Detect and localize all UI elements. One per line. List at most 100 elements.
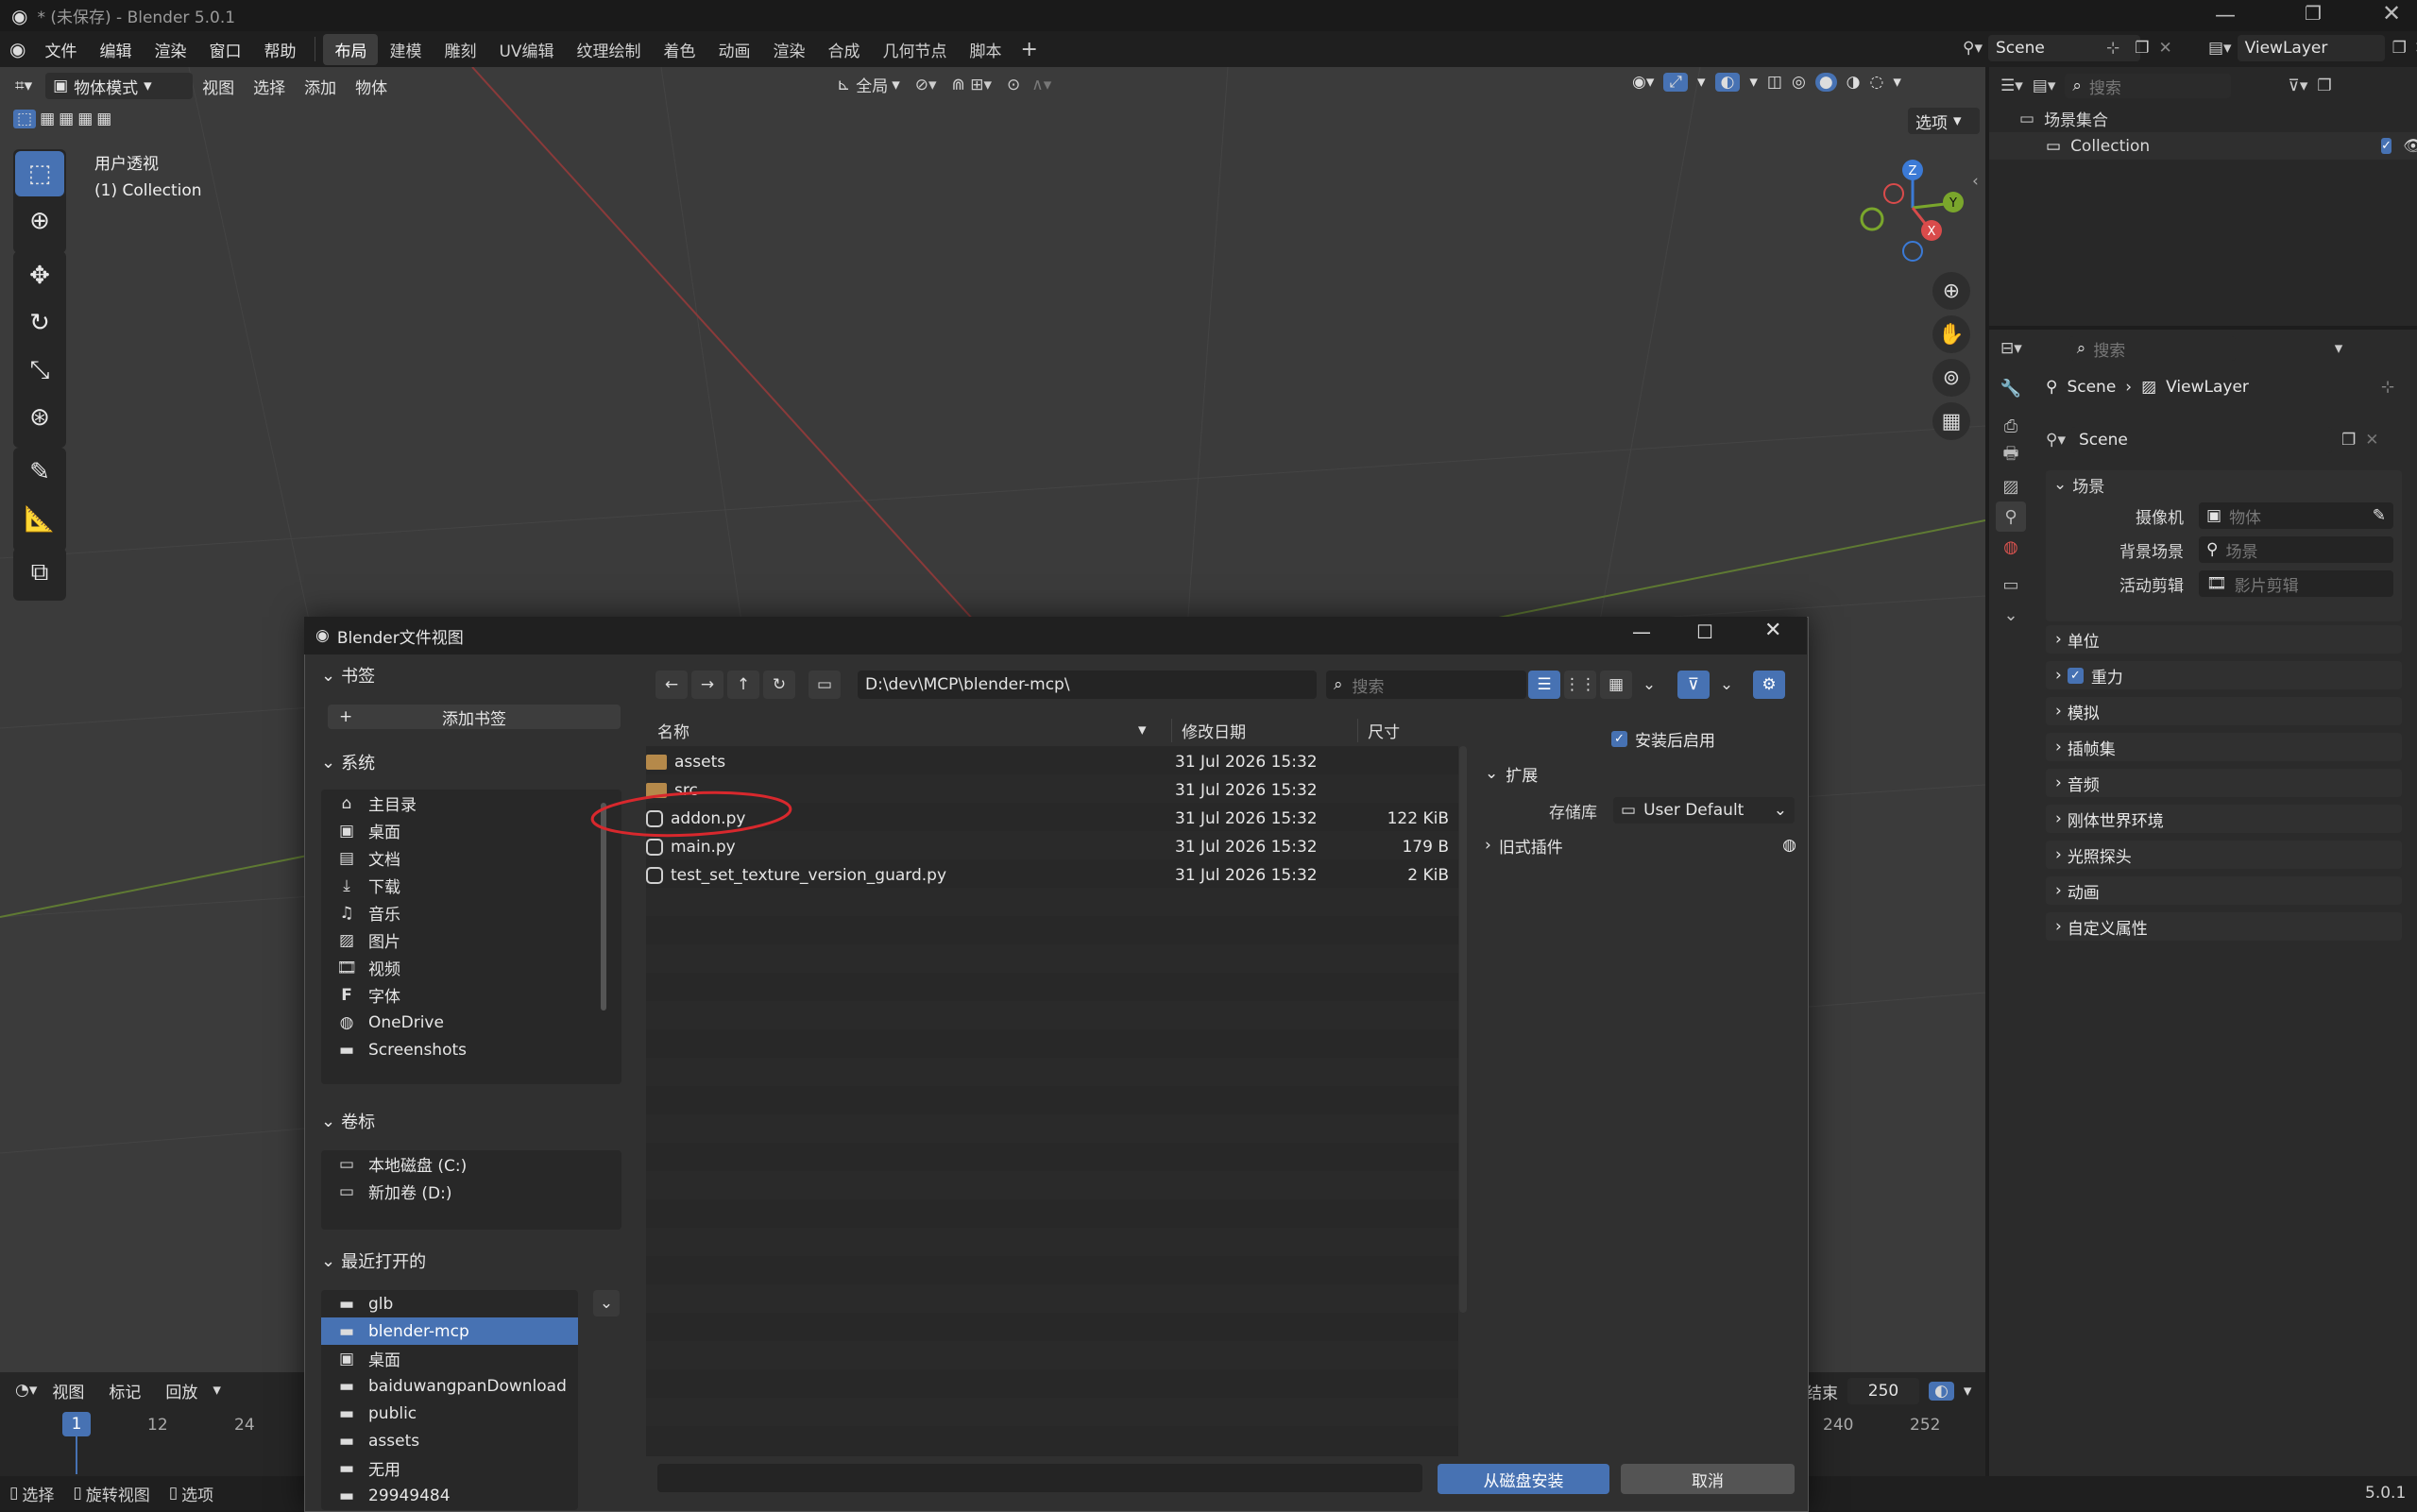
enable-after-install-checkbox[interactable]: ✓ <box>1611 731 1627 747</box>
recent-item-29949484[interactable]: ▬ 29949484 <box>321 1482 578 1509</box>
system-item-desktop[interactable]: ▣ 桌面 <box>321 817 621 844</box>
recent-item-baidu[interactable]: ▬ baiduwangpanDownload <box>321 1372 578 1400</box>
repository-dropdown[interactable]: ▭ User Default ⌄ <box>1613 797 1795 824</box>
menu-window[interactable]: 窗口 <box>197 38 252 61</box>
chevron-down-icon[interactable]: ⌄ <box>1713 671 1740 699</box>
transform-tool-icon[interactable]: ⊛ <box>15 395 64 440</box>
simulation-panel[interactable]: › 模拟 <box>2046 697 2402 725</box>
recent-item-glb[interactable]: ▬ glb <box>321 1290 578 1317</box>
tab-modeling[interactable]: 建模 <box>378 34 433 65</box>
thumbnails-icon[interactable]: ▦ <box>1600 671 1632 699</box>
menu-add[interactable]: 添加 <box>295 75 346 98</box>
legacy-addons-section-header[interactable]: › 旧式插件 ◍ <box>1485 831 1796 859</box>
recent-item-unused[interactable]: ▬ 无用 <box>321 1454 578 1482</box>
scene-icon[interactable]: ⚲▾ <box>2046 431 2066 450</box>
rendered-shading-icon[interactable]: ◌ <box>1870 73 1884 92</box>
tab-geometry-nodes[interactable]: 几何节点 <box>872 34 959 65</box>
dialog-maximize-icon[interactable]: ☐ <box>1696 620 1713 643</box>
minimize-icon[interactable]: — <box>2215 4 2236 27</box>
extensions-section-header[interactable]: ⌄ 扩展 <box>1485 759 1796 788</box>
recent-item-blender-mcp[interactable]: ▬ blender-mcp <box>321 1317 578 1345</box>
keying-sets-panel[interactable]: › 插帧集 <box>2046 733 2402 761</box>
scale-tool-icon[interactable]: ⤡ <box>15 348 64 393</box>
outliner-editor-icon[interactable]: ☰▾ <box>2000 76 2023 95</box>
menu-file[interactable]: 文件 <box>33 38 88 61</box>
custom-properties-panel[interactable]: › 自定义属性 <box>2046 912 2402 941</box>
system-item-home[interactable]: ⌂ 主目录 <box>321 790 621 817</box>
pin-icon[interactable]: ⊹ <box>2381 378 2394 397</box>
tab-texture-paint[interactable]: 纹理绘制 <box>566 34 653 65</box>
zoom-icon[interactable]: ⊕ <box>1932 272 1970 310</box>
navigation-gizmo[interactable]: Z Y X <box>1851 151 1983 274</box>
forward-arrow-icon[interactable]: → <box>691 671 723 699</box>
gizmo-toggle-icon[interactable]: ⤢ <box>1663 73 1688 92</box>
active-clip-field[interactable]: 🎞 影片剪辑 <box>2199 570 2393 597</box>
chevron-down-icon[interactable]: ⌄ <box>1996 600 2026 630</box>
chevron-down-icon[interactable]: ▾ <box>1964 1382 1972 1401</box>
file-row-test[interactable]: test_set_texture_version_guard.py 31 Jul… <box>646 861 1458 890</box>
proportional-edit-icon[interactable]: ⊙ <box>1007 76 1020 94</box>
current-frame-marker[interactable]: 1 <box>62 1412 91 1436</box>
back-arrow-icon[interactable]: ← <box>655 671 688 699</box>
editor-type-icon[interactable]: ⌗▾ <box>15 76 32 95</box>
rotate-tool-icon[interactable]: ↻ <box>15 300 64 346</box>
timeline-editor-icon[interactable]: ◔▾ <box>15 1381 37 1400</box>
settings-gear-icon[interactable]: ⚙ <box>1753 671 1785 699</box>
new-collection-icon[interactable]: ❐ <box>2317 76 2331 95</box>
globe-icon[interactable]: ◍ <box>1782 836 1796 855</box>
select-intersect-icon[interactable]: ▦ <box>96 110 111 128</box>
chevron-down-icon[interactable]: ▾ <box>1697 73 1706 92</box>
column-date[interactable]: 修改日期 <box>1171 718 1357 742</box>
filter-icon[interactable]: ⊽▾ <box>2288 76 2307 95</box>
camera-field[interactable]: ▣ 物体 ✎ <box>2199 502 2393 529</box>
view-layer-tab-icon[interactable]: ▨ <box>1996 471 2026 501</box>
menu-render[interactable]: 渲染 <box>143 38 197 61</box>
remove-scene-icon[interactable]: ✕ <box>2158 39 2171 58</box>
outliner-scene-collection[interactable]: ▭ 场景集合 <box>1989 105 2417 132</box>
column-name[interactable]: 名称 <box>646 719 1138 742</box>
tab-rendering[interactable]: 渲染 <box>762 34 817 65</box>
annotate-tool-icon[interactable]: ✎ <box>15 450 64 495</box>
properties-search-input[interactable]: ⌕ 搜索 <box>2068 336 2236 361</box>
tool-tab-icon[interactable]: 🔧 <box>1996 373 2026 403</box>
tab-compositing[interactable]: 合成 <box>817 34 872 65</box>
system-item-documents[interactable]: ▤ 文档 <box>321 844 621 872</box>
select-subtract-icon[interactable]: ▦ <box>59 110 74 128</box>
pivot-icon[interactable]: ⊘▾ <box>915 76 937 94</box>
outliner-search-input[interactable]: ⌕ 搜索 <box>2065 74 2232 98</box>
tab-scripting[interactable]: 脚本 <box>959 34 1013 65</box>
filename-input[interactable] <box>657 1464 1422 1492</box>
recent-dropdown-button[interactable]: ⌄ <box>593 1290 620 1317</box>
close-window-icon[interactable]: ✕ <box>2382 0 2401 26</box>
timeline-menu-playback[interactable]: 回放 <box>156 1379 207 1402</box>
copy-layer-icon[interactable]: ❐ <box>2392 39 2407 58</box>
tab-animation[interactable]: 动画 <box>707 34 762 65</box>
snap-icon[interactable]: ⋒ ⊞▾ <box>952 76 992 94</box>
chevron-down-icon[interactable]: ▾ <box>2335 339 2343 358</box>
blender-menu-icon[interactable]: ◉ <box>9 38 26 60</box>
menu-select[interactable]: 选择 <box>244 75 295 98</box>
chevron-down-icon[interactable]: ⌄ <box>1636 671 1662 699</box>
outliner-collection-row[interactable]: ▭ Collection ✓ 👁 ⌷ <box>1989 132 2417 160</box>
recent-item-desktop[interactable]: ▣ 桌面 <box>321 1345 578 1372</box>
restore-icon[interactable]: ❐ <box>2305 2 2322 25</box>
tab-shading[interactable]: 着色 <box>653 34 707 65</box>
system-header[interactable]: ⌄ 系统 <box>321 748 621 776</box>
scene-icon[interactable]: ⚲▾ <box>1963 39 1983 58</box>
xray-icon[interactable]: ◫ <box>1767 73 1782 92</box>
light-probes-panel[interactable]: › 光照探头 <box>2046 841 2402 869</box>
exclude-checkbox[interactable]: ✓ <box>2381 138 2392 154</box>
transform-orientation[interactable]: ⊾ 全局 ▾ ⊘▾ ⋒ ⊞▾ ⊙ ∧▾ <box>837 73 1051 97</box>
cursor-tool-icon[interactable]: ⊕ <box>15 198 64 244</box>
move-tool-icon[interactable]: ✥ <box>15 253 64 298</box>
scene-tab-icon[interactable]: ⚲ <box>1996 501 2026 532</box>
system-item-pictures[interactable]: ▨ 图片 <box>321 926 621 954</box>
select-box-tool-icon[interactable]: ⬚ <box>15 151 64 196</box>
options-dropdown[interactable]: 选项 ▾ <box>1908 108 1980 134</box>
file-search-input[interactable]: ⌕ 搜索 <box>1326 671 1526 699</box>
add-cube-tool-icon[interactable]: ⧉ <box>15 550 64 595</box>
animation-panel[interactable]: › 动画 <box>2046 876 2402 905</box>
recent-item-assets[interactable]: ▬ assets <box>321 1427 578 1454</box>
filter-icon[interactable]: ⊽ <box>1677 671 1710 699</box>
measure-tool-icon[interactable]: 📐 <box>15 497 64 542</box>
